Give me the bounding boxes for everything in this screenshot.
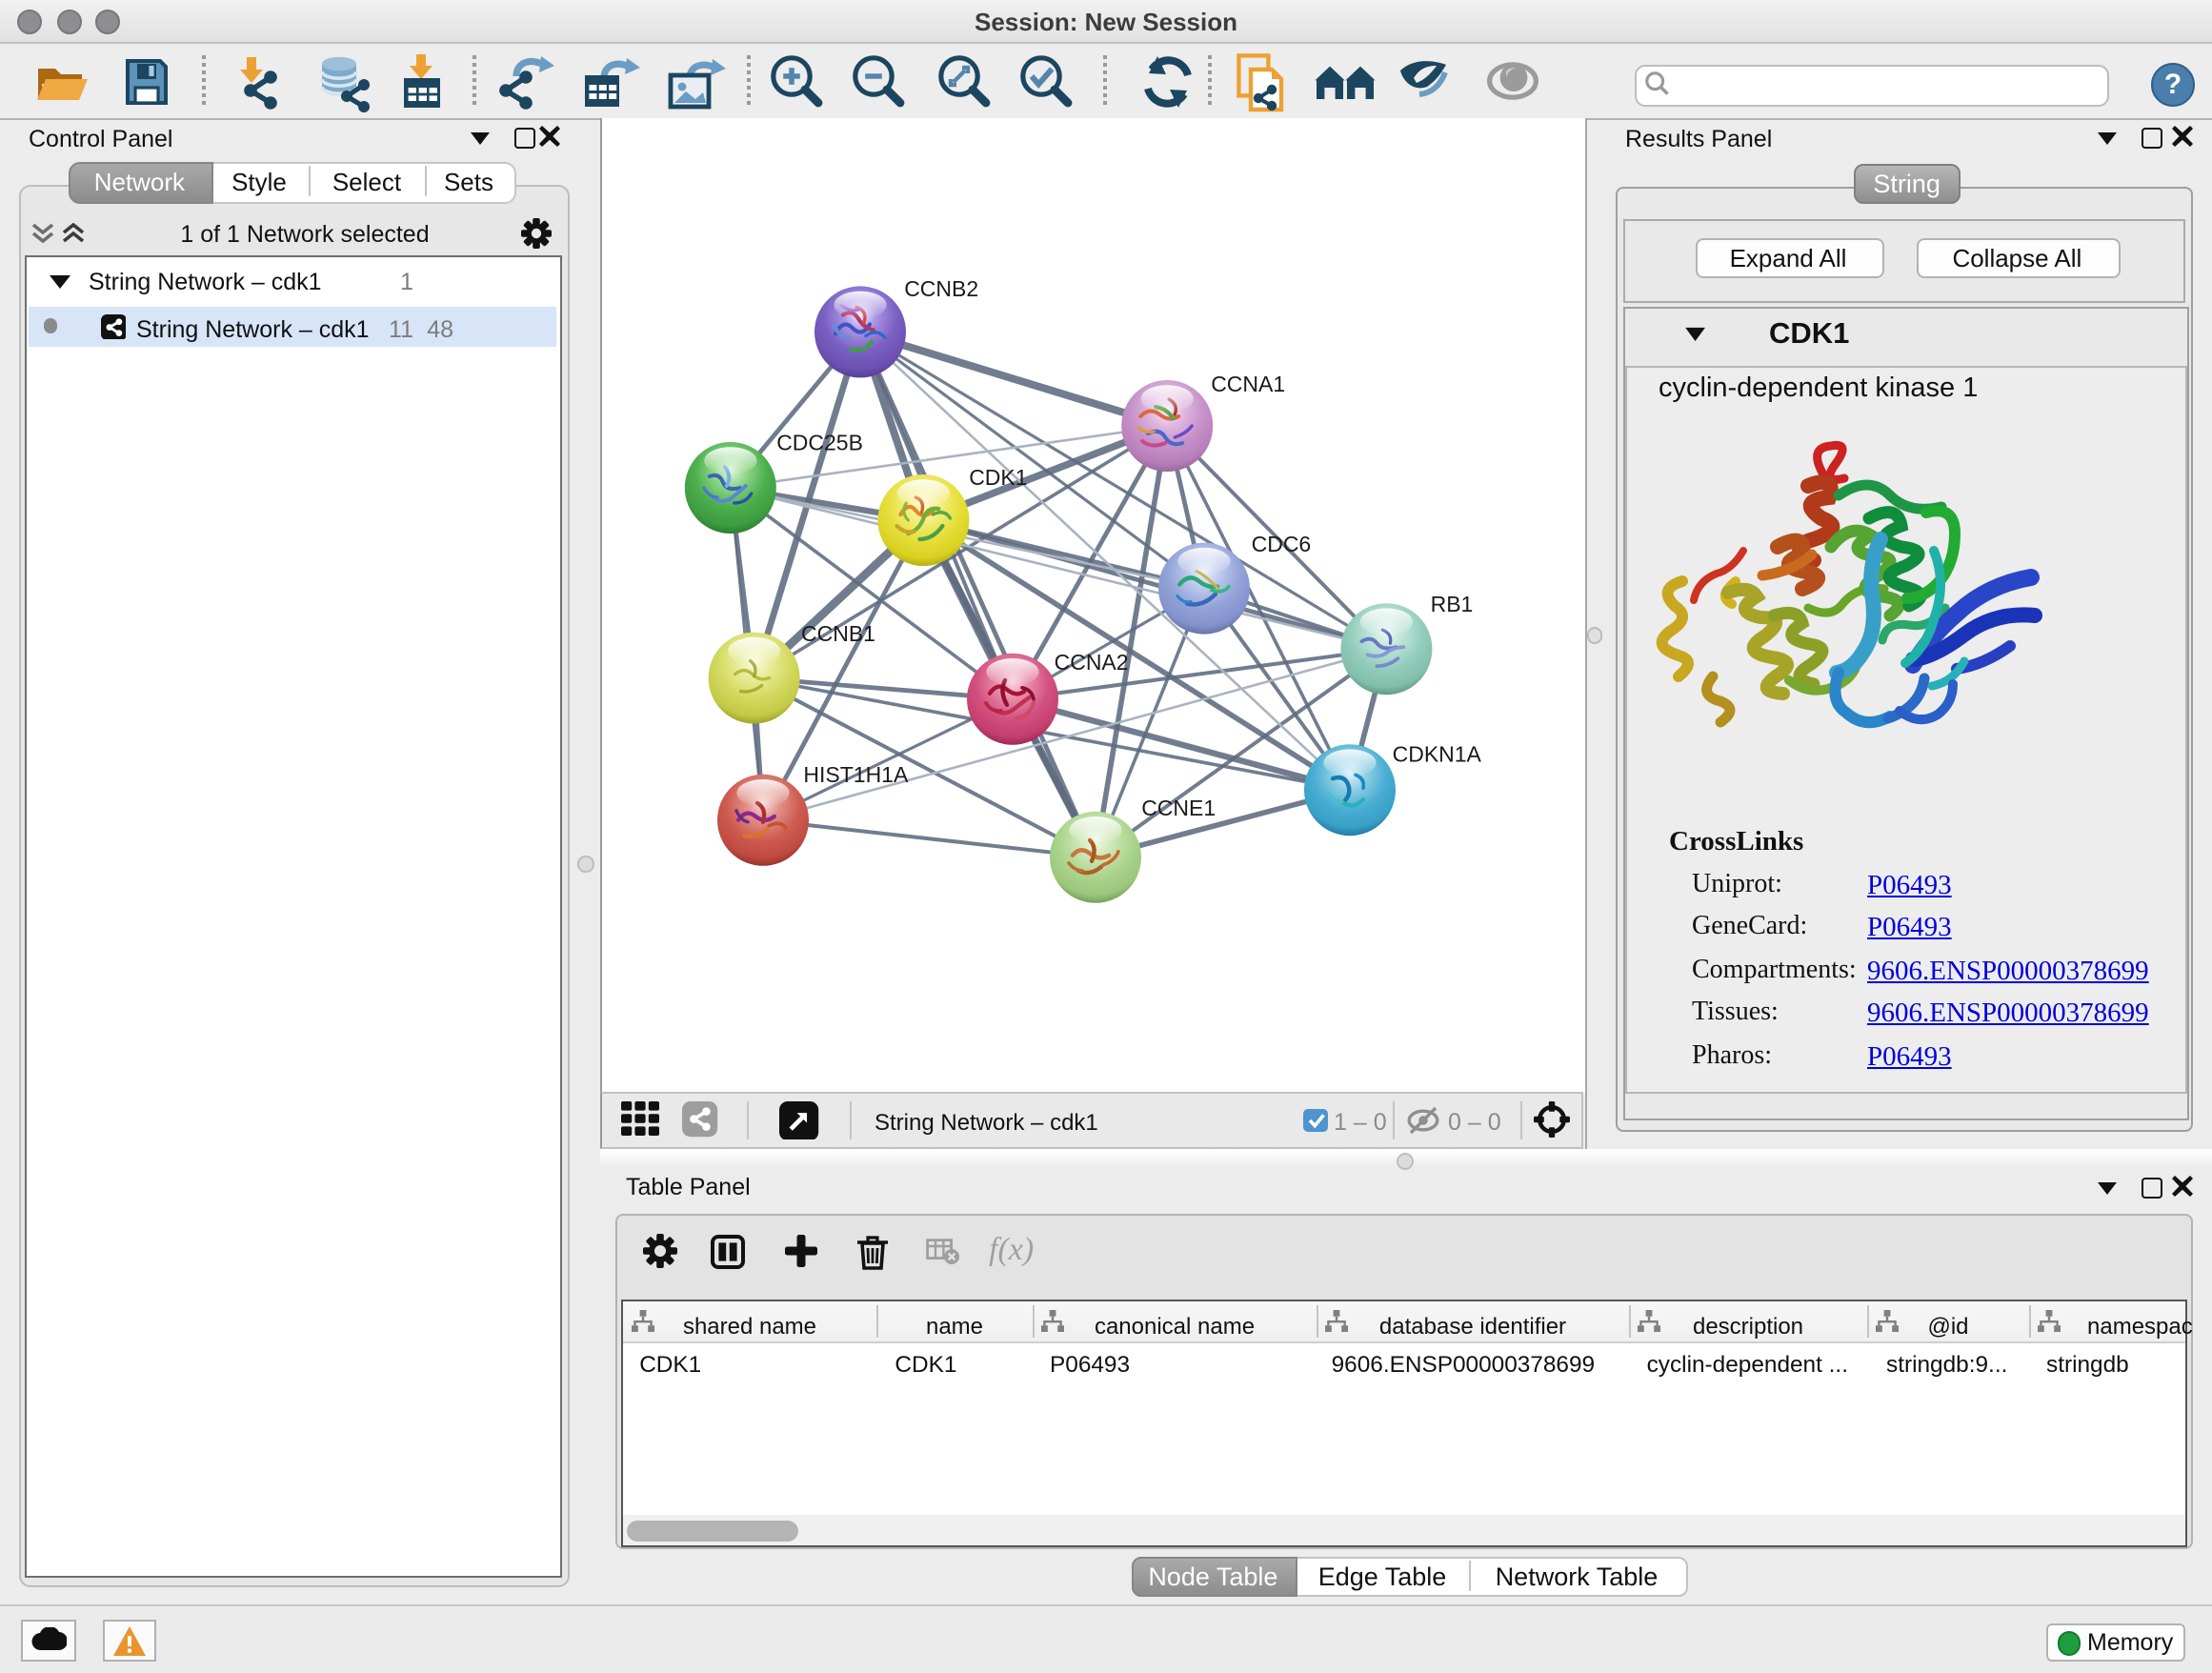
svg-text:CDKN1A: CDKN1A: [1393, 742, 1482, 767]
svg-text:CCNE1: CCNE1: [1141, 796, 1216, 820]
svg-text:CCNA1: CCNA1: [1211, 372, 1285, 396]
svg-text:CDC25B: CDC25B: [776, 430, 863, 454]
svg-text:HIST1H1A: HIST1H1A: [803, 762, 909, 787]
svg-text:CDC6: CDC6: [1252, 532, 1312, 556]
svg-text:CCNB2: CCNB2: [904, 276, 978, 301]
svg-text:CDK1: CDK1: [969, 465, 1027, 490]
svg-text:CCNA2: CCNA2: [1055, 650, 1129, 675]
svg-text:RB1: RB1: [1431, 592, 1474, 616]
svg-text:CCNB1: CCNB1: [801, 621, 875, 646]
